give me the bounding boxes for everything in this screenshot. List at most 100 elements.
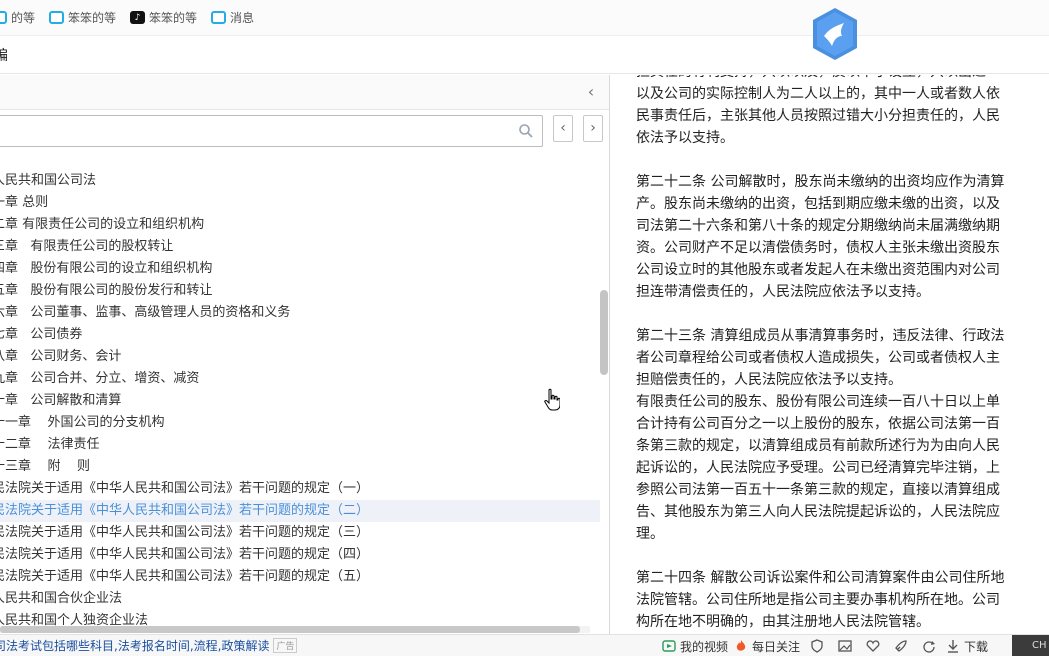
news-ticker-link[interactable]: 司法考试包括哪些科目,法考报名时间,流程,政策解读	[0, 637, 269, 654]
doc-line: 产。股东尚未缴纳的出资，包括到期应缴未缴的出资，以及	[636, 196, 1000, 212]
doc-paragraph: 第二十二条 公司解散时，股东尚未缴纳的出资均应作为清算 产。股东尚未缴纳的出资，…	[636, 171, 1049, 303]
system-tray[interactable]: CH	[1012, 635, 1049, 656]
bookmarks-bar: 的等 笨笨的等 ♪ 笨笨的等 消息	[0, 0, 1049, 36]
doc-line: 以及公司的实际控制人为二人以上的，其中一人或者数人依	[636, 86, 1000, 102]
my-video-button[interactable]: 我的视频	[662, 635, 728, 656]
bookmark-item[interactable]: ♪ 笨笨的等	[130, 0, 197, 36]
tree-item[interactable]: 民法院关于适用《中华人民共和国公司法》若干问题的规定（三）	[0, 522, 600, 544]
doc-line: 第二十四条 解散公司诉讼案件和公司清算案件由公司住所地	[636, 570, 1005, 586]
document-view: 担其任的有利支持，只以以及，反以下小设立，只以出之 以及公司的实际控制人为二人以…	[636, 75, 1049, 635]
tree-item[interactable]: 一章 总则	[0, 192, 600, 214]
my-video-label: 我的视频	[680, 639, 729, 654]
status-actions: 我的视频 每日关注 下载	[662, 635, 988, 656]
horizontal-scrollbar-thumb[interactable]	[0, 626, 580, 633]
tree-item[interactable]: 十三章 附 则	[0, 456, 600, 478]
dove-logo-icon	[813, 8, 857, 60]
tree-item[interactable]: 民法院关于适用《中华人民共和国公司法》若干问题的规定（四）	[0, 544, 600, 566]
bilibili-icon	[49, 11, 65, 24]
doc-line: 资。公司财产不足以清偿债务时，债权人主张未缴出资股东	[636, 240, 1000, 256]
tree-item-selected[interactable]: 民法院关于适用《中华人民共和国公司法》若干问题的规定（二）	[0, 500, 600, 522]
tree-item[interactable]: 民法院关于适用《中华人民共和国公司法》若干问题的规定（一）	[0, 478, 600, 500]
refresh-icon	[923, 641, 936, 653]
doc-line: 依法予以支持。	[636, 130, 734, 146]
status-bar: 司法考试包括哪些科目,法考报名时间,流程,政策解读 广告 我的视频 每日关注 下…	[0, 634, 1049, 656]
doc-line: 法院管辖。公司住所地是指公司主要办事机构所在地。公司	[636, 592, 1000, 608]
prev-result-button[interactable]: ‹	[553, 115, 573, 142]
doc-line: 合计持有公司百分之一以上股份的股东，依据公司法第一百	[636, 416, 1000, 432]
tree-item[interactable]: 四章 股份有限公司的设立和组织机构	[0, 258, 600, 280]
app-toolbar: 编	[0, 36, 1049, 74]
image-button[interactable]	[834, 635, 856, 656]
doc-line: 司法第二十六条和第八十条的规定分期缴纳尚未届满缴纳期	[636, 218, 1000, 234]
doc-paragraph: 第二十四条 解散公司诉讼案件和公司清算案件由公司住所地 法院管辖。公司住所地是指…	[636, 567, 1049, 633]
bilibili-icon	[211, 11, 227, 24]
doc-line: 起诉讼的，人民法院应予受理。公司已经清算完毕注销，上	[636, 460, 1000, 476]
image-icon	[838, 640, 852, 652]
bookmark-item[interactable]: 消息	[211, 0, 254, 36]
shield-button[interactable]	[806, 635, 828, 656]
download-button[interactable]: 下载	[946, 635, 988, 656]
tree-item[interactable]: 十章 公司解散和清算	[0, 390, 600, 412]
toolbar-label[interactable]: 编	[0, 45, 8, 65]
tree-item[interactable]: 六章 公司董事、监事、高级管理人员的资格和义务	[0, 302, 600, 324]
search-icon[interactable]	[518, 123, 534, 139]
bilibili-icon	[0, 11, 7, 24]
doc-line: 民事责任后，主张其他人员按照过错大小分担责任的，人民	[636, 108, 1000, 124]
doc-line: 参照公司法第一百五十一条第三款的规定，直接以清算组成	[636, 482, 1000, 498]
doc-line: 担其任的有利支持，只以以及，反以下小设立，只以出之	[636, 75, 1049, 83]
tree-item[interactable]: 人民共和国合伙企业法	[0, 588, 600, 610]
vertical-scrollbar[interactable]	[600, 290, 608, 375]
collapse-panel-button[interactable]: ‹	[581, 82, 601, 102]
tree-item[interactable]: 十二章 法律责任	[0, 434, 600, 456]
tree-item[interactable]: 五章 股份有限公司的股份发行和转让	[0, 280, 600, 302]
bookmark-label: 消息	[230, 11, 255, 25]
next-result-button[interactable]: ›	[583, 115, 603, 142]
daily-focus-label: 每日关注	[752, 639, 801, 654]
doc-line: 构所在地不明确的，由其注册地人民法院管辖。	[636, 614, 930, 630]
video-icon	[662, 640, 676, 652]
tiktok-icon: ♪	[130, 11, 146, 24]
doc-line: 有限责任公司的股东、股份有限公司连续一百八十日以上单	[636, 394, 1000, 410]
doc-line: 理。	[636, 526, 664, 542]
ad-tag: 广告	[273, 638, 298, 653]
input-method-label: CH	[1032, 640, 1047, 651]
download-icon	[948, 640, 959, 653]
tree-item[interactable]: 民法院关于适用《中华人民共和国公司法》若干问题的规定（五）	[0, 566, 600, 588]
bookmark-label: 笨笨的等	[68, 11, 117, 25]
bookmark-item[interactable]: 笨笨的等	[49, 0, 116, 36]
doc-line: 担连带清偿责任的，人民法院应依法予以支持。	[636, 284, 930, 300]
search-box	[0, 115, 543, 147]
doc-line: 条第三款的规定，以清算组成员有前款所述行为为由向人民	[636, 438, 1000, 454]
speedup-button[interactable]	[890, 635, 912, 656]
heart-icon	[866, 640, 880, 652]
doc-paragraph: 第二十三条 清算组成员从事清算事务时，违反法律、行政法 者公司章程给公司或者债权…	[636, 325, 1049, 545]
search-input[interactable]	[0, 116, 497, 146]
download-label: 下载	[964, 639, 989, 654]
outline-tree: 人民共和国公司法 一章 总则 二章 有限责任公司的设立和组织机构 三章 有限责任…	[0, 170, 600, 632]
bookmark-label: 笨笨的等	[149, 11, 198, 25]
tree-item[interactable]: 人民共和国公司法	[0, 170, 600, 192]
doc-line: 公司设立时的其他股东或者发起人在未缴出资范围内对公司	[636, 262, 1000, 278]
daily-focus-button[interactable]: 每日关注	[734, 635, 800, 656]
refresh-button[interactable]	[918, 635, 940, 656]
tree-item[interactable]: 二章 有限责任公司的设立和组织机构	[0, 214, 600, 236]
shield-icon	[811, 639, 823, 653]
outline-panel: ‹ ‹ › 人民共和国公司法 一章 总则 二章 有限责任公司的设立和组织机构 三…	[0, 75, 610, 635]
panel-header: ‹	[0, 75, 609, 110]
doc-line: 担赔偿责任的，人民法院应依法予以支持。	[636, 372, 902, 388]
bookmark-label: 的等	[11, 11, 36, 25]
tree-item[interactable]: 三章 有限责任公司的股权转让	[0, 236, 600, 258]
doc-line: 第二十二条 公司解散时，股东尚未缴纳的出资均应作为清算	[636, 174, 1005, 190]
bookmark-item[interactable]: 的等	[0, 0, 35, 36]
tree-item[interactable]: 十一章 外国公司的分支机构	[0, 412, 600, 434]
tree-item[interactable]: 八章 公司财务、会计	[0, 346, 600, 368]
doc-paragraph: 担其任的有利支持，只以以及，反以下小设立，只以出之 以及公司的实际控制人为二人以…	[636, 75, 1049, 149]
hand-cursor-icon	[544, 388, 560, 411]
doc-line: 告、其他股东为第三人向人民法院提起诉讼的，人民法院应	[636, 504, 1000, 520]
rocket-icon	[895, 640, 907, 652]
tree-item[interactable]: 九章 公司合并、分立、增资、减资	[0, 368, 600, 390]
flame-icon	[736, 640, 746, 651]
tree-item[interactable]: 七章 公司债券	[0, 324, 600, 346]
health-button[interactable]	[862, 635, 884, 656]
doc-line: 者公司章程给公司或者债权人造成损失，公司或者债权人主	[636, 350, 1000, 366]
